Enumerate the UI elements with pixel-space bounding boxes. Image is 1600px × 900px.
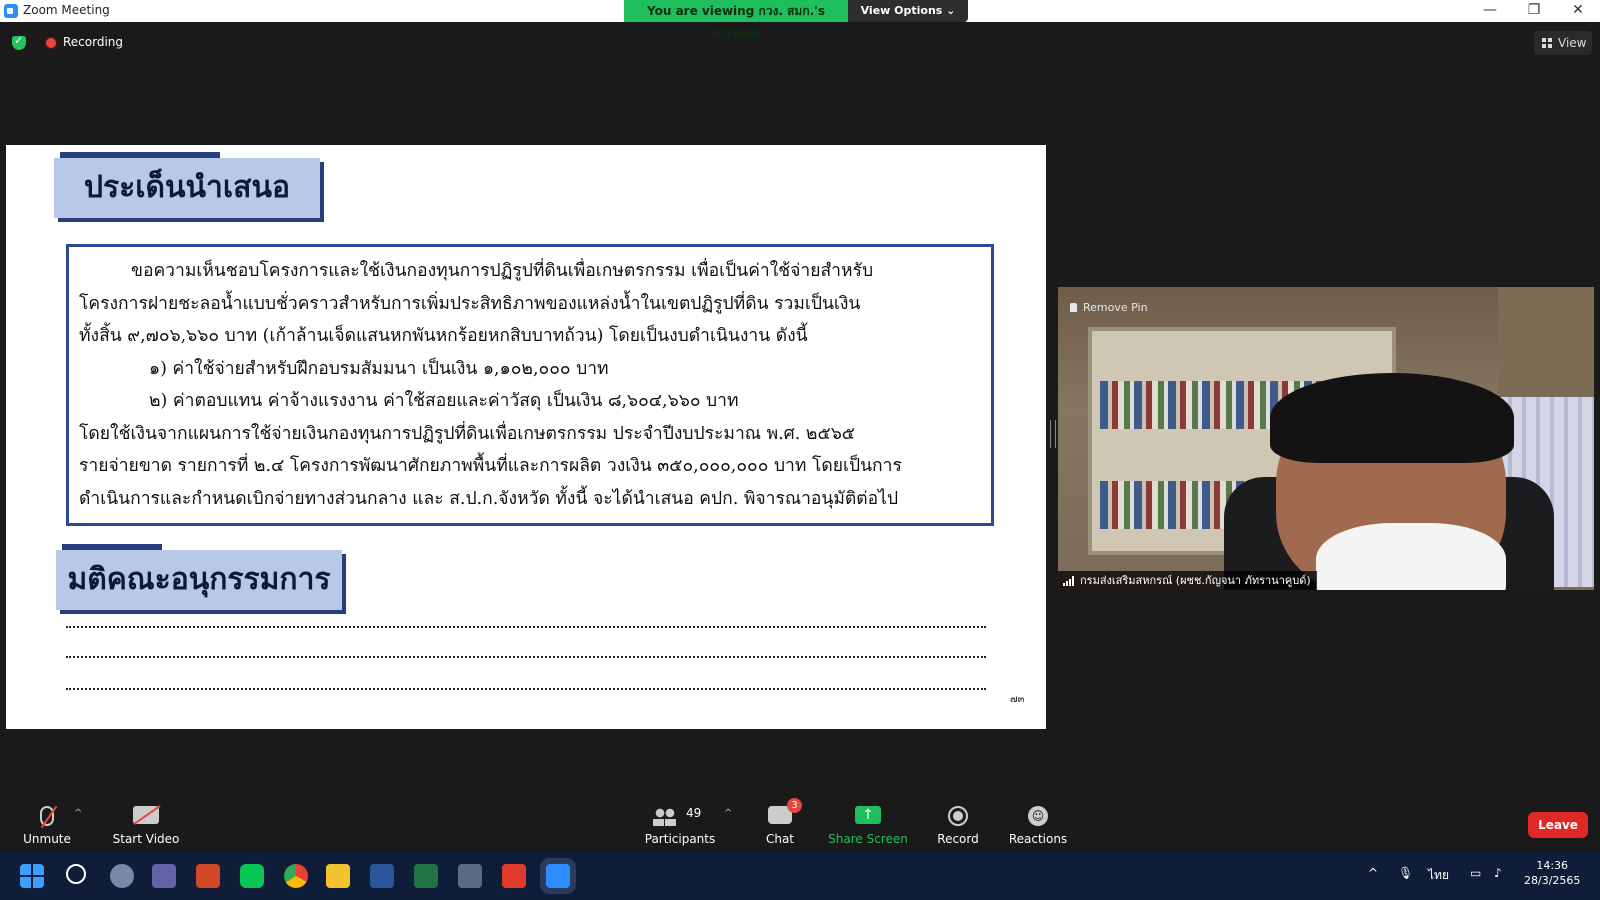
- dotted-line: [66, 688, 986, 690]
- participants-count: 49: [686, 806, 702, 820]
- minimize-button[interactable]: —: [1468, 0, 1512, 22]
- dotted-line: [66, 626, 986, 628]
- acrobat-icon[interactable]: [502, 864, 526, 888]
- teams-chat-icon[interactable]: [152, 864, 176, 888]
- volume-icon[interactable]: ♪: [1494, 866, 1502, 880]
- unmute-button[interactable]: Unmute: [22, 806, 72, 846]
- slide-page-number: ๗๓: [1010, 694, 1025, 705]
- reactions-button[interactable]: ☺ Reactions: [1008, 806, 1068, 846]
- proposal-text-box: ขอความเห็นชอบโครงการและใช้เงินกองทุนการป…: [66, 244, 994, 526]
- participant-name: กรมส่งเสริมสหกรณ์ (ผชช.กัญจนา ภัทรานาคูบ…: [1080, 574, 1311, 587]
- grid-view-icon: [1542, 38, 1552, 48]
- close-button[interactable]: ✕: [1556, 0, 1600, 22]
- participants-button[interactable]: 49 Participants: [642, 806, 718, 846]
- heading-stripe: [62, 544, 162, 550]
- chat-unread-badge: 3: [787, 798, 802, 813]
- proposal-line: โดยใช้เงินจากแผนการใช้จ่ายเงินกองทุนการป…: [79, 423, 856, 444]
- chat-button[interactable]: 3 Chat: [760, 798, 802, 846]
- reactions-smiley-icon: ☺: [1028, 806, 1048, 826]
- line-app-icon[interactable]: [240, 864, 264, 888]
- record-button[interactable]: Record: [934, 806, 982, 846]
- chrome-icon[interactable]: [284, 864, 308, 888]
- unmute-label: Unmute: [23, 832, 71, 846]
- panel-resize-handle[interactable]: [1050, 420, 1056, 448]
- audio-options-caret-icon[interactable]: ^: [74, 808, 82, 819]
- zoom-taskbar-icon[interactable]: [546, 864, 570, 888]
- windows-taskbar: [0, 852, 1600, 900]
- maximize-button[interactable]: ❐: [1512, 0, 1556, 22]
- start-menu-icon[interactable]: [20, 864, 44, 888]
- video-participant-hair: [1270, 373, 1514, 463]
- window-title: Zoom Meeting: [23, 3, 110, 17]
- record-icon: [948, 806, 968, 826]
- proposal-line: รายจ่ายขาด รายการที่ ๒.๔ โครงการพัฒนาศัก…: [79, 456, 902, 476]
- signal-strength-icon: [1063, 576, 1075, 586]
- shared-screen-slide: ประเด็นนำเสนอ ขอความเห็นชอบโครงการและใช้…: [6, 145, 1046, 729]
- microphone-tray-icon[interactable]: 🎙: [1398, 866, 1413, 880]
- input-language[interactable]: ไทย: [1428, 866, 1449, 885]
- view-options-button[interactable]: View Options ⌄: [848, 0, 968, 22]
- zoom-app-icon: [4, 4, 18, 18]
- participants-label: Participants: [644, 832, 716, 846]
- share-screen-icon: ↑: [855, 806, 881, 824]
- proposal-line: ดำเนินการและกำหนดเบิกจ่ายทางส่วนกลาง และ…: [79, 488, 899, 509]
- participant-name-tag: กรมส่งเสริมสหกรณ์ (ผชช.กัญจนา ภัทรานาคูบ…: [1058, 571, 1317, 590]
- proposal-line: ๒) ค่าตอบแทน ค่าจ้างแรงงาน ค่าใช้สอยและค…: [149, 391, 739, 411]
- calculator-icon[interactable]: [458, 864, 482, 888]
- pin-icon: [1070, 303, 1077, 312]
- word-icon[interactable]: [370, 864, 394, 888]
- viewing-screen-banner: You are viewing กวง. สมก.'s screen: [624, 0, 848, 40]
- record-label: Record: [937, 832, 979, 846]
- proposal-line: ทั้งสิ้น ๙,๗๐๖,๖๖๐ บาท (เก้าล้านเจ็ดแสนห…: [79, 326, 808, 346]
- muted-microphone-icon: [40, 806, 54, 826]
- recording-icon: [46, 38, 56, 48]
- heading-stripe: [60, 152, 220, 158]
- participants-options-caret-icon[interactable]: ^: [724, 808, 732, 819]
- taskbar-clock[interactable]: 14:36 28/3/2565: [1524, 858, 1580, 888]
- powerpoint-icon[interactable]: [196, 864, 220, 888]
- view-label: View: [1558, 36, 1587, 50]
- recording-label: Recording: [63, 35, 124, 49]
- proposal-line: ๑) ค่าใช้จ่ายสำหรับฝึกอบรมสัมมนา เป็นเงิ…: [149, 358, 609, 379]
- participant-video-tile[interactable]: Remove Pin กรมส่งเสริมสหกรณ์ (ผชช.กัญจนา…: [1058, 287, 1594, 590]
- reactions-label: Reactions: [1008, 832, 1068, 846]
- tray-overflow-chevron-icon[interactable]: ^: [1368, 866, 1378, 880]
- slide-heading-resolution: มติคณะอนุกรรมการ: [56, 544, 342, 610]
- clock-time: 14:36: [1536, 859, 1569, 872]
- proposal-line: ขอความเห็นชอบโครงการและใช้เงินกองทุนการป…: [131, 261, 874, 281]
- slide-heading-resolution-text: มติคณะอนุกรรมการ: [67, 562, 331, 597]
- title-bar: Zoom Meeting You are viewing กวง. สมก.'s…: [0, 0, 1600, 40]
- video-participant-mask: [1316, 523, 1506, 590]
- slide-heading-proposal-text: ประเด็นนำเสนอ: [84, 170, 290, 205]
- network-icon[interactable]: ▭: [1470, 866, 1481, 880]
- remove-pin-label: Remove Pin: [1083, 301, 1148, 314]
- view-layout-button[interactable]: View: [1534, 31, 1592, 55]
- chat-label: Chat: [765, 832, 795, 846]
- share-screen-button[interactable]: ↑ Share Screen: [828, 806, 908, 846]
- chat-icon: 3: [768, 798, 802, 824]
- participants-icon: [652, 808, 678, 826]
- security-shield-icon[interactable]: [12, 34, 26, 50]
- share-screen-label: Share Screen: [828, 832, 908, 846]
- proposal-line: โครงการฝายชะลอน้ำแบบชั่วคราวสำหรับการเพิ…: [79, 293, 861, 314]
- dotted-line: [66, 656, 986, 658]
- clock-date: 28/3/2565: [1524, 874, 1581, 887]
- slide-heading-proposal: ประเด็นนำเสนอ: [54, 152, 320, 218]
- search-icon[interactable]: [66, 864, 86, 884]
- excel-icon[interactable]: [414, 864, 438, 888]
- video-off-icon: [133, 806, 159, 824]
- leave-meeting-button[interactable]: Leave: [1528, 812, 1588, 838]
- widgets-icon[interactable]: [110, 864, 134, 888]
- remove-pin-button[interactable]: Remove Pin: [1070, 301, 1148, 314]
- file-explorer-icon[interactable]: [326, 864, 350, 888]
- start-video-button[interactable]: Start Video: [106, 806, 186, 846]
- start-video-label: Start Video: [112, 832, 180, 846]
